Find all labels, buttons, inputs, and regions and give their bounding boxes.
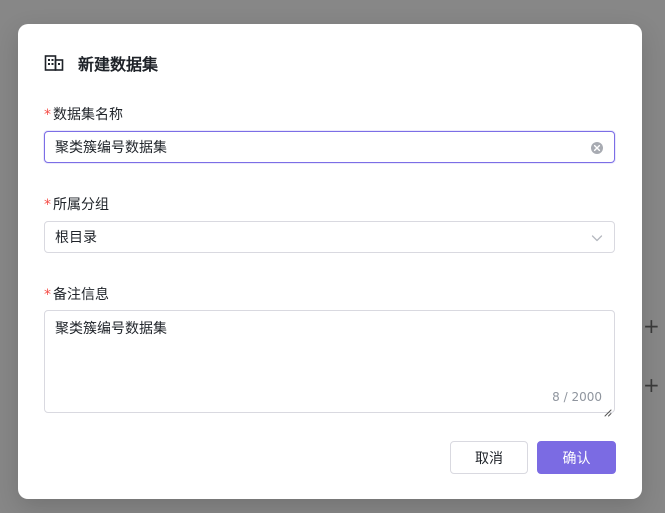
- remark-value[interactable]: 聚类簇编号数据集: [55, 318, 167, 338]
- resize-handle-icon[interactable]: [604, 402, 612, 417]
- dataset-name-value[interactable]: 聚类簇编号数据集: [55, 137, 590, 157]
- dialog-title: 新建数据集: [78, 55, 159, 74]
- backdrop-plus-icon[interactable]: +: [643, 375, 660, 395]
- backdrop-plus-icon[interactable]: +: [643, 316, 660, 336]
- group-label: * 所属分组: [44, 194, 109, 214]
- remark-textarea[interactable]: 聚类簇编号数据集 8 / 2000: [44, 310, 615, 417]
- cancel-button[interactable]: 取消: [450, 441, 528, 474]
- remark-label: * 备注信息: [44, 284, 109, 304]
- dataset-name-input[interactable]: 聚类簇编号数据集: [44, 131, 615, 163]
- required-mark: *: [44, 197, 51, 213]
- new-dataset-dialog: 新建数据集 * 数据集名称 聚类簇编号数据集 * 所属分组 根目录 * 备注信息 聚类…: [18, 24, 642, 499]
- required-mark: *: [44, 107, 51, 123]
- chevron-down-icon[interactable]: [590, 230, 604, 244]
- dialog-header: 新建数据集: [44, 52, 158, 74]
- dataset-name-label: * 数据集名称: [44, 104, 123, 124]
- char-count: 8 / 2000: [552, 390, 602, 404]
- clear-circle-icon[interactable]: [590, 140, 604, 154]
- group-selected-value[interactable]: 根目录: [55, 227, 590, 247]
- required-mark: *: [44, 287, 51, 303]
- group-label-text: 所属分组: [53, 197, 109, 213]
- remark-label-text: 备注信息: [53, 287, 109, 303]
- dataset-name-label-text: 数据集名称: [53, 107, 123, 123]
- confirm-button[interactable]: 确认: [537, 441, 616, 474]
- dataset-icon: [44, 54, 64, 72]
- group-select[interactable]: 根目录: [44, 221, 615, 253]
